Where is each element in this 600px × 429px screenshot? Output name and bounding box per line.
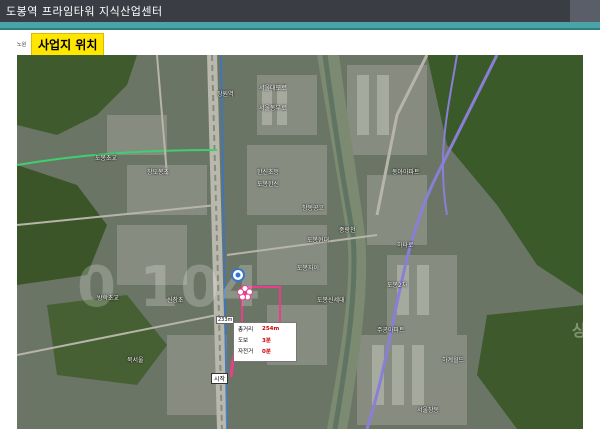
section-badge: 사업지 위치 [31, 33, 105, 57]
satellite-map[interactable]: 0 104 상 도봉초교 서울대도로 서울동부로 한신초등 도봉한신 창동공고 … [17, 55, 583, 429]
map-label: 동아아파트 [392, 169, 420, 176]
map-watermark-side: 상 [572, 321, 583, 340]
map-label: 북서울 [127, 357, 144, 364]
map-label: 서울창동 [417, 407, 440, 414]
map-label: 하나로 [397, 242, 414, 249]
map-watermark: 0 104 [77, 255, 263, 320]
map-label: 방학초교 [97, 295, 120, 302]
info-row: 자전거 0분 [234, 345, 296, 356]
map-graphics [17, 55, 583, 429]
map-label: 창동공고 [302, 205, 325, 212]
map-label: 창원역 [217, 91, 234, 98]
info-key: 자전거 [238, 348, 254, 355]
map-label: 신창초 [167, 297, 184, 304]
map-label: 도봉한신 [257, 181, 280, 188]
start-tag: 시작 [211, 373, 229, 384]
region-label: 노원 [17, 42, 27, 48]
map-label: 창도봉초 [147, 169, 170, 176]
route-info-box: 총거리 254m 도보 3분 자전거 0분 [233, 322, 297, 362]
map-label: 하계월드 [442, 357, 465, 364]
map-label: 중랑천 [339, 227, 356, 234]
title-bar: 도봉역 프라임타워 지식산업센터 [0, 0, 600, 22]
map-label: 한신초등 [257, 169, 280, 176]
map-label: 서울대도로 [259, 85, 287, 92]
info-row: 총거리 254m [234, 323, 296, 334]
info-key: 총거리 [238, 326, 254, 333]
info-value: 254m [262, 325, 280, 332]
site-marker-icon[interactable] [237, 285, 253, 301]
map-label: 서울동부로 [259, 105, 287, 112]
map-label: 도봉자이 [297, 265, 320, 272]
info-value: 3분 [262, 337, 271, 344]
map-label: 도봉현대 [307, 237, 330, 244]
map-label: 도봉초교 [95, 155, 118, 162]
map-label: 도봉2차 [387, 282, 408, 289]
info-key: 도보 [238, 337, 249, 344]
map-label: 주공아파트 [377, 327, 405, 334]
station-marker-icon[interactable] [231, 268, 245, 282]
title-bar-accent [570, 0, 600, 22]
info-row: 도보 3분 [234, 334, 296, 345]
map-label: 도봉신세대 [317, 297, 345, 304]
page-title: 도봉역 프라임타워 지식산업센터 [6, 5, 163, 18]
info-value: 0분 [262, 348, 271, 355]
distance-tag: 233m [216, 316, 235, 324]
teal-divider-dark [0, 28, 600, 30]
